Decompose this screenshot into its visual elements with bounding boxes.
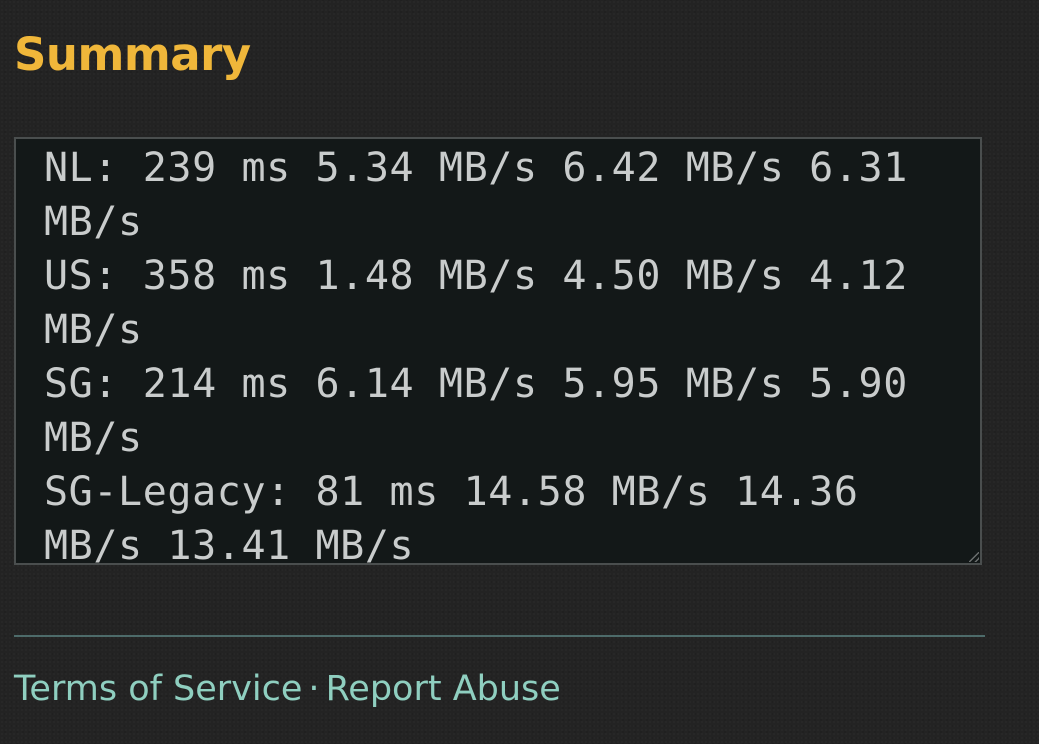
resize-grip-icon[interactable] — [969, 552, 979, 562]
summary-heading: Summary — [14, 28, 251, 81]
terms-of-service-link[interactable]: Terms of Service — [14, 669, 302, 709]
footer-divider — [14, 635, 985, 637]
summary-textarea[interactable]: NL: 239 ms 5.34 MB/s 6.42 MB/s 6.31 MB/s… — [14, 137, 982, 565]
summary-line-sg-legacy: SG-Legacy: 81 ms 14.58 MB/s 14.36 MB/s 1… — [44, 469, 859, 565]
summary-line-nl: NL: 239 ms 5.34 MB/s 6.42 MB/s 6.31 MB/s — [44, 145, 908, 245]
footer-separator: · — [308, 669, 320, 709]
report-abuse-link[interactable]: Report Abuse — [326, 669, 561, 709]
footer-links: Terms of Service · Report Abuse — [14, 664, 561, 714]
summary-line-sg: SG: 214 ms 6.14 MB/s 5.95 MB/s 5.90 MB/s — [44, 361, 908, 461]
summary-line-us: US: 358 ms 1.48 MB/s 4.50 MB/s 4.12 MB/s — [44, 253, 908, 353]
summary-text: NL: 239 ms 5.34 MB/s 6.42 MB/s 6.31 MB/s… — [16, 139, 980, 565]
